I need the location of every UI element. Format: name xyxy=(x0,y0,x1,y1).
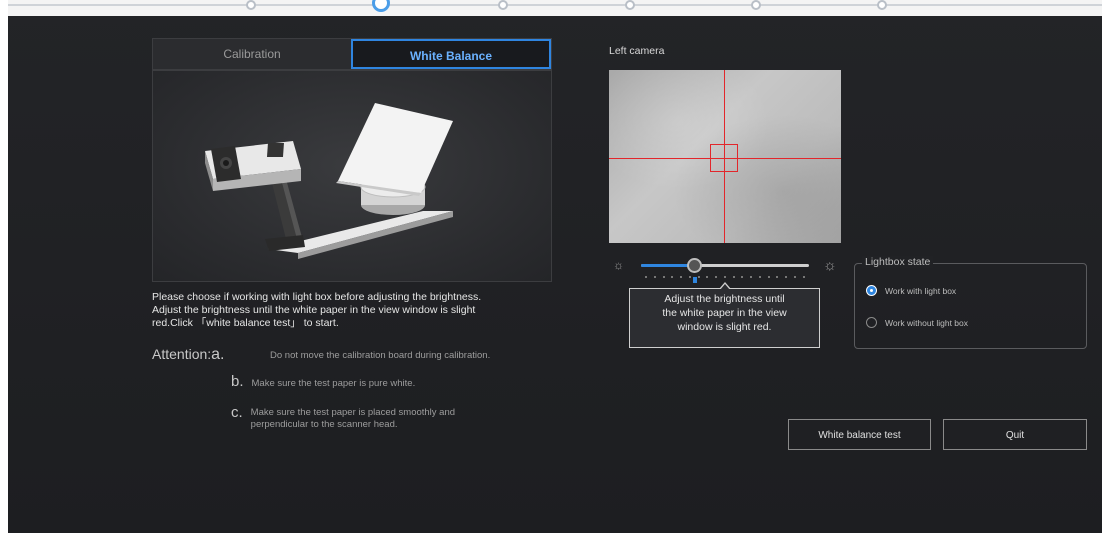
crosshair-box xyxy=(710,144,738,172)
brightness-slider-handle[interactable] xyxy=(687,258,702,273)
scanner-with-paper-image xyxy=(205,103,453,259)
step-line xyxy=(8,4,1102,6)
radio-label: Work without light box xyxy=(885,317,968,328)
attention-text: Do not move the calibration board during… xyxy=(270,350,491,361)
attention-item-c: c. Make sure the test paper is placed smo… xyxy=(231,404,455,431)
step-dot xyxy=(246,0,256,10)
attention-heading: Attention:a. xyxy=(152,346,225,364)
tooltip-line: the white paper in the view xyxy=(662,307,787,319)
lightbox-state-group xyxy=(854,263,1087,349)
attention-letter: a. xyxy=(211,346,225,363)
step-dot-active xyxy=(372,0,390,12)
white-balance-test-button[interactable]: White balance test xyxy=(788,419,931,450)
attention-text: Make sure the test paper is placed smoot… xyxy=(250,407,456,418)
lightbox-state-legend: Lightbox state xyxy=(862,256,934,268)
mode-tabs: Calibration White Balance xyxy=(152,38,552,70)
tab-white-balance[interactable]: White Balance xyxy=(351,39,551,69)
instructions-line: Adjust the brightness until the white pa… xyxy=(152,304,476,316)
radio-with-light-box[interactable]: Work with light box xyxy=(866,285,956,296)
attention-text: Make sure the test paper is pure white. xyxy=(251,378,416,389)
radio-selected-icon xyxy=(866,285,877,296)
tab-calibration[interactable]: Calibration xyxy=(153,39,351,69)
attention-letter: c. xyxy=(231,404,243,421)
camera-view xyxy=(609,70,841,243)
attention-item-b: b. Make sure the test paper is pure white… xyxy=(231,373,415,390)
radio-without-light-box[interactable]: Work without light box xyxy=(866,317,968,328)
attention-label: Attention: xyxy=(152,346,212,362)
quit-button[interactable]: Quit xyxy=(943,419,1087,450)
camera-label: Left camera xyxy=(609,45,665,57)
attention-text: perpendicular to the scanner head. xyxy=(250,419,398,430)
tooltip-line: window is slight red. xyxy=(677,321,772,333)
slider-pointer xyxy=(693,277,697,283)
step-dot xyxy=(751,0,761,10)
attention-item-a: Do not move the calibration board during… xyxy=(270,350,490,361)
step-dot xyxy=(498,0,508,10)
brightness-tooltip: Adjust the brightness until the white pa… xyxy=(629,282,820,348)
step-dot xyxy=(625,0,635,10)
instructions-line: Please choose if working with light box … xyxy=(152,291,482,303)
instructions-line: red.Click 「white balance test」 to start. xyxy=(152,317,339,329)
scanner-illustration xyxy=(152,70,552,282)
sun-bright-icon: ☼ xyxy=(823,257,837,274)
attention-letter: b. xyxy=(231,373,244,390)
step-progress-bar xyxy=(8,0,1102,16)
instructions-text: Please choose if working with light box … xyxy=(152,291,562,330)
radio-unselected-icon xyxy=(866,317,877,328)
step-dot xyxy=(877,0,887,10)
sun-dim-icon: ☼ xyxy=(613,258,624,272)
tooltip-line: Adjust the brightness until xyxy=(664,293,785,305)
radio-label: Work with light box xyxy=(885,285,957,296)
